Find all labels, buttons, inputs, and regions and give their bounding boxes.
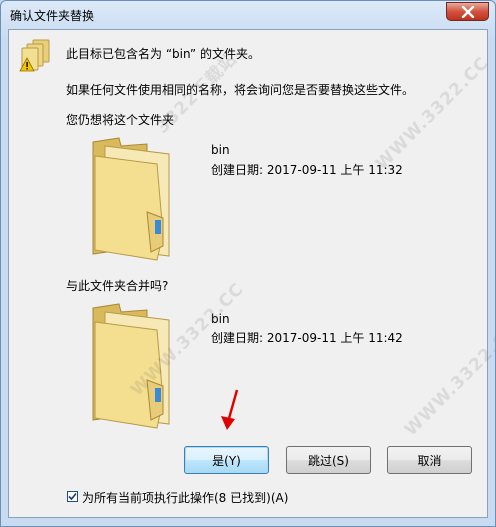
skip-button-label: 跳过(S) [308, 453, 349, 468]
apply-all-checkbox[interactable] [67, 491, 78, 502]
target-folder-icon [85, 134, 177, 262]
yes-button-label: 是(Y) [212, 453, 241, 468]
skip-button[interactable]: 跳过(S) [286, 446, 371, 474]
warning-folders-icon [17, 38, 53, 72]
apply-all-label[interactable]: 为所有当前项执行此操作(8 已找到)(A) [82, 489, 288, 506]
target-folder-date: 创建日期: 2017-09-11 上午 11:32 [211, 163, 403, 177]
close-icon [461, 5, 474, 18]
watermark-url: WWW.3322.CC [372, 53, 493, 175]
checkmark-icon [68, 492, 77, 501]
yes-button[interactable]: 是(Y) [184, 446, 269, 474]
cancel-button-label: 取消 [417, 453, 442, 468]
dialog-body: 此目标已包含名为 “bin” 的文件夹。 如果任何文件使用相同的名称，将会询问您… [8, 29, 495, 518]
message-line-2: 如果任何文件使用相同的名称，将会询问您是否要替换这些文件。 [66, 83, 415, 97]
target-folder-name: bin [211, 143, 230, 157]
window-title: 确认文件夹替换 [10, 9, 95, 23]
merge-prompt: 与此文件夹合并吗? [66, 279, 169, 293]
dialog-window: 确认文件夹替换 此目标已包含名为 “bin” 的文件夹。 如果任何文件使用相同的… [0, 0, 496, 527]
source-folder-date: 创建日期: 2017-09-11 上午 11:42 [211, 331, 403, 345]
red-arrow-icon [221, 389, 239, 430]
watermark-url: WWW.3322.CC [401, 319, 496, 441]
close-button[interactable] [446, 2, 489, 21]
title-bar[interactable]: 确认文件夹替换 [1, 1, 495, 29]
cancel-button[interactable]: 取消 [387, 446, 472, 474]
